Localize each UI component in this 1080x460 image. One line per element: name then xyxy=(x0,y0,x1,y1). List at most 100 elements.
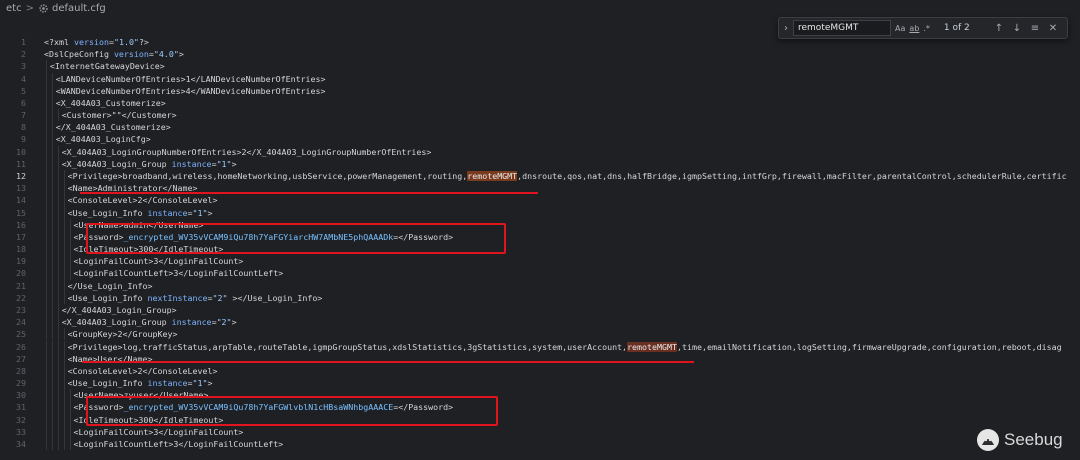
line-code: <Use_Login_Info nextInstance="2" ></Use_… xyxy=(68,292,323,304)
regex-button[interactable]: .* xyxy=(923,24,930,33)
indent-guide xyxy=(46,157,47,170)
code-token: "1.0" xyxy=(113,37,139,47)
seebug-logo-icon xyxy=(977,429,999,451)
indent-guide xyxy=(63,267,65,280)
indent-guide xyxy=(46,133,47,146)
indent-guide xyxy=(51,169,53,183)
code-token: > xyxy=(231,317,237,328)
code-line[interactable]: 2 <DslCpeConfig version="4.0"> xyxy=(0,48,1080,60)
indent-guide xyxy=(46,377,47,390)
code-token: <Use_Login_Info xyxy=(67,292,148,303)
code-line[interactable]: 8 </X_404A03_Customerize> xyxy=(0,121,1080,133)
indent-guide xyxy=(57,109,59,122)
line-number: 31 xyxy=(16,402,26,413)
close-icon[interactable]: ✕ xyxy=(1044,23,1062,34)
code-line[interactable]: 26 <Privilege>log,trafficStatus,arpTable,… xyxy=(0,341,1080,353)
code-token: "1" xyxy=(192,207,208,218)
code-line[interactable]: 34 <LoginFailCountLeft>3</LoginFailCountL… xyxy=(0,438,1080,450)
indent-guide xyxy=(69,243,71,256)
code-token: <Use_Login_Info xyxy=(67,207,148,218)
line-code: </X_404A03_Login_Group> xyxy=(62,304,177,316)
code-line[interactable]: 7 <Customer>""</Customer> xyxy=(0,109,1080,121)
find-in-selection-icon[interactable]: ≡ xyxy=(1026,23,1044,34)
indent-guide xyxy=(51,291,53,304)
code-token: instance xyxy=(171,317,212,328)
indent-guide xyxy=(63,243,65,256)
indent-guide xyxy=(46,96,47,110)
code-token: "1" xyxy=(216,158,232,169)
breadcrumb-file[interactable]: default.cfg xyxy=(52,3,106,14)
next-match-arrow-down-icon[interactable]: ↓ xyxy=(1008,23,1026,34)
code-line[interactable]: 9 <X_404A03_LoginCfg> xyxy=(0,133,1080,145)
indent-guide xyxy=(69,437,71,451)
code-line[interactable]: 4 <LANDeviceNumberOfEntries>1</LANDeviceN… xyxy=(0,73,1080,85)
indent-guide xyxy=(57,291,59,304)
indent-guide xyxy=(51,96,53,110)
indent-guide xyxy=(57,194,59,207)
code-line[interactable]: 25 <GroupKey>2</GroupKey> xyxy=(0,328,1080,340)
match-count: 1 of 2 xyxy=(943,23,970,33)
code-line[interactable]: 33 <LoginFailCount>3</LoginFailCount> xyxy=(0,426,1080,438)
line-number: 29 xyxy=(16,378,26,389)
indent-guide xyxy=(46,316,47,329)
indent-guide xyxy=(46,169,47,183)
code-line[interactable]: 5 <WANDeviceNumberOfEntries>4</WANDeviceN… xyxy=(0,85,1080,97)
indent-guide xyxy=(57,206,59,219)
code-line[interactable]: 10 <X_404A03_LoginGroupNumberOfEntries>2<… xyxy=(0,146,1080,158)
code-line[interactable]: 23 </X_404A03_Login_Group> xyxy=(0,304,1080,316)
code-token: <LoginFailCount>3</LoginFailCount> xyxy=(73,426,244,437)
whole-word-button[interactable]: ab xyxy=(909,24,919,33)
indent-guide xyxy=(46,206,47,219)
line-code: <LoginFailCountLeft>3</LoginFailCountLef… xyxy=(74,438,284,450)
indent-guide xyxy=(57,340,59,353)
indent-guide xyxy=(46,352,47,365)
code-token: <X_404A03_Login_Group xyxy=(61,317,172,328)
line-number: 20 xyxy=(16,268,26,279)
indent-guide xyxy=(51,340,53,353)
code-line[interactable]: 15 <Use_Login_Info instance="1"> xyxy=(0,207,1080,219)
code-token: <ConsoleLevel>2</ConsoleLevel> xyxy=(67,195,218,206)
indent-guide xyxy=(46,109,47,122)
code-line[interactable]: 21 </Use_Login_Info> xyxy=(0,280,1080,292)
code-line[interactable]: 19 <LoginFailCount>3</LoginFailCount> xyxy=(0,255,1080,267)
line-number: 23 xyxy=(16,304,26,315)
code-line[interactable]: 20 <LoginFailCountLeft>3</LoginFailCountL… xyxy=(0,267,1080,279)
code-line[interactable]: 29 <Use_Login_Info instance="1"> xyxy=(0,377,1080,389)
code-line[interactable]: 11 <X_404A03_Login_Group instance="1"> xyxy=(0,158,1080,170)
toggle-replace-chevron-icon[interactable]: › xyxy=(779,23,793,34)
indent-guide xyxy=(46,60,47,73)
code-token: ,dnsroute,qos,nat,dns,halfBridge,igmpSet… xyxy=(517,170,1067,181)
line-number: 26 xyxy=(16,341,26,352)
previous-match-arrow-up-icon[interactable]: ↑ xyxy=(990,23,1008,34)
line-number: 13 xyxy=(16,183,26,194)
code-line[interactable]: 27 <Name>User</Name> xyxy=(0,353,1080,365)
indent-guide xyxy=(51,267,53,280)
line-number: 27 xyxy=(16,353,26,364)
line-number: 25 xyxy=(16,329,26,340)
code-token: <X_404A03_LoginGroupNumberOfEntries>2</X… xyxy=(61,146,432,157)
indent-guide xyxy=(63,206,65,219)
indent-guide xyxy=(57,437,59,451)
indent-guide xyxy=(63,437,65,451)
code-line[interactable]: 22 <Use_Login_Info nextInstance="2" ></Us… xyxy=(0,292,1080,304)
line-code: <Use_Login_Info instance="1"> xyxy=(68,207,213,219)
match-case-button[interactable]: Aa xyxy=(895,24,905,33)
line-code: <Customer>""</Customer> xyxy=(62,109,177,121)
code-line[interactable]: 14 <ConsoleLevel>2</ConsoleLevel> xyxy=(0,194,1080,206)
line-number: 5 xyxy=(21,85,26,96)
code-line[interactable]: 28 <ConsoleLevel>2</ConsoleLevel> xyxy=(0,365,1080,377)
indent-guide xyxy=(63,255,65,268)
code-line[interactable]: 12 <Privilege>broadband,wireless,homeNetw… xyxy=(0,170,1080,182)
find-input[interactable]: remoteMGMT xyxy=(793,20,891,36)
code-line[interactable]: 3 <InternetGatewayDevice> xyxy=(0,60,1080,72)
code-line[interactable]: 6 <X_404A03_Customerize> xyxy=(0,97,1080,109)
indent-guide xyxy=(51,413,53,426)
line-code: <InternetGatewayDevice> xyxy=(50,60,165,72)
code-token: ></Use_Login_Info> xyxy=(227,292,323,303)
indent-guide xyxy=(51,194,53,207)
code-line[interactable]: 24 <X_404A03_Login_Group instance="2"> xyxy=(0,316,1080,328)
breadcrumb-folder[interactable]: etc xyxy=(6,3,22,14)
line-code: <X_404A03_Customerize> xyxy=(56,97,166,109)
line-number: 24 xyxy=(16,317,26,328)
code-token: <Privilege>broadband,wireless,homeNetwor… xyxy=(67,170,468,181)
